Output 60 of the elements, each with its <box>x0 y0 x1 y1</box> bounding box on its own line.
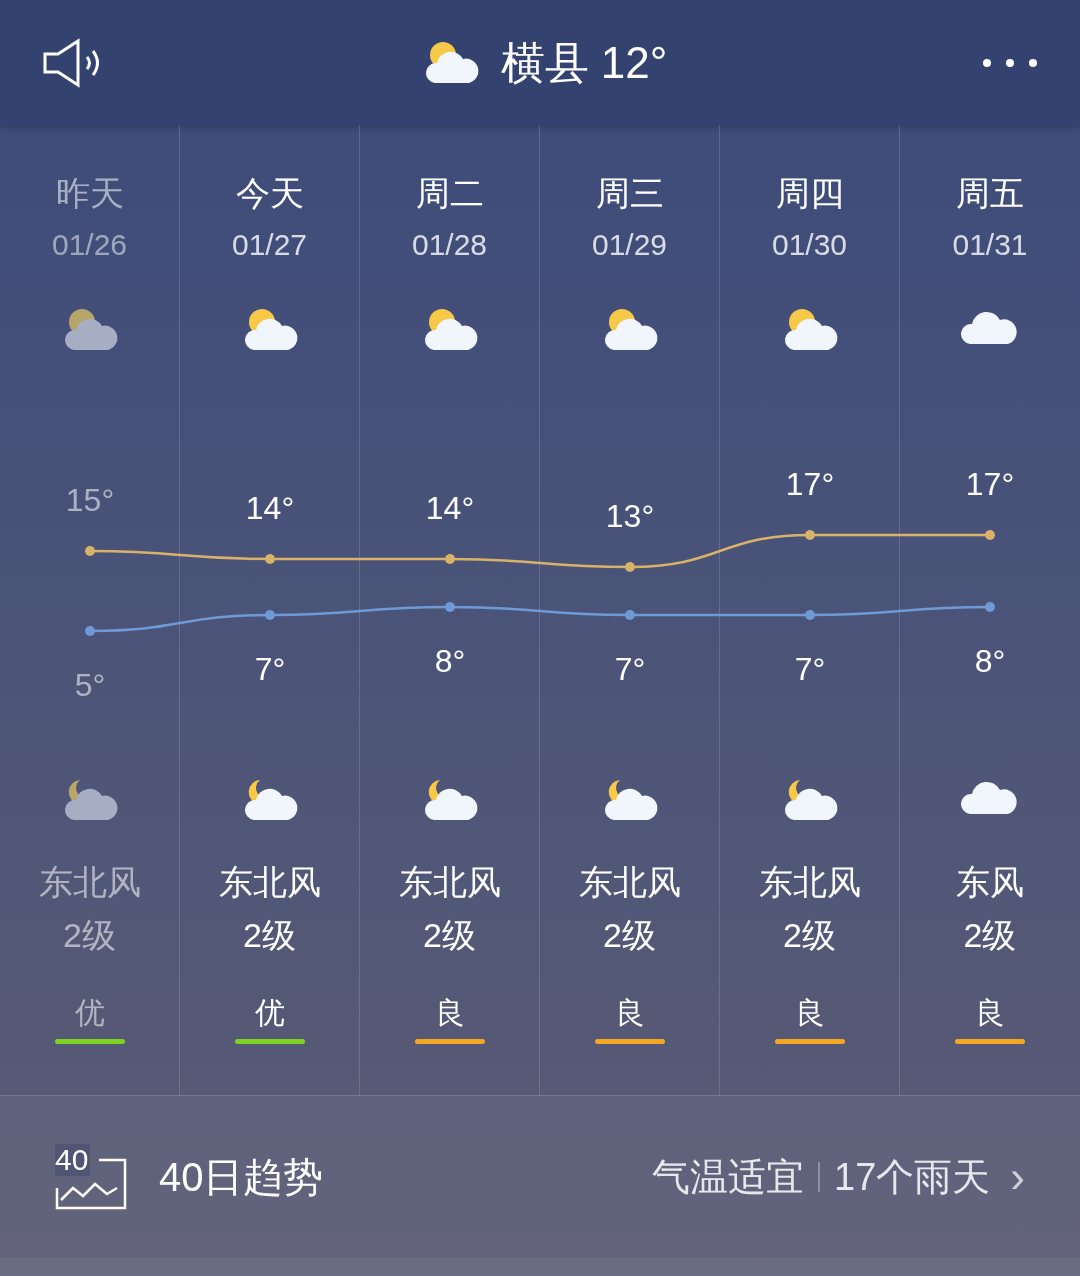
temperature-point <box>805 530 815 540</box>
low-temperature: 5° <box>73 666 107 705</box>
date-label: 01/29 <box>591 227 668 263</box>
low-temperature: 7° <box>793 650 827 689</box>
temperature-point <box>265 610 275 620</box>
day-name: 今天 <box>235 173 304 213</box>
air-quality: 良 <box>614 995 645 1031</box>
high-temperature: 13° <box>604 497 656 536</box>
temperature-point <box>625 610 635 620</box>
wind-level: 2级 <box>243 915 296 955</box>
temperature-point <box>265 554 275 564</box>
wind-level: 2级 <box>603 915 656 955</box>
wind-direction: 东北风 <box>758 862 861 902</box>
high-temperature: 14° <box>424 489 476 528</box>
chevron-icon[interactable]: › <box>1010 1155 1025 1199</box>
air-quality: 良 <box>434 995 465 1031</box>
low-temperature: 8° <box>973 642 1007 681</box>
temperature-point <box>85 626 95 636</box>
high-temperature: 17° <box>964 465 1016 504</box>
date-label: 01/28 <box>411 227 488 263</box>
temperature-point <box>445 554 455 564</box>
wind-direction: 东北风 <box>398 862 501 902</box>
temperature-point <box>805 610 815 620</box>
wind-direction: 东北风 <box>38 862 141 902</box>
rain-days-link[interactable]: 17个雨天 <box>834 1148 991 1206</box>
high-temperature: 14° <box>244 489 296 528</box>
air-quality: 优 <box>74 995 105 1031</box>
temperature-point <box>85 546 95 556</box>
day-name: 周五 <box>956 173 1024 213</box>
date-label: 01/27 <box>231 227 308 263</box>
air-quality: 优 <box>254 995 285 1031</box>
date-label: 01/26 <box>51 227 128 263</box>
day-name: 周二 <box>415 173 484 213</box>
day-name: 周三 <box>595 173 664 213</box>
temperature-summary: 气温适宜 <box>652 1154 805 1200</box>
day-name: 周四 <box>775 173 844 213</box>
wind-direction: 东北风 <box>578 862 681 902</box>
wind-direction: 东北风 <box>218 862 321 902</box>
more-icon[interactable] <box>982 57 1038 68</box>
wind-level: 2级 <box>63 915 116 955</box>
wind-level: 2级 <box>423 915 476 955</box>
wind-level: 2级 <box>783 915 836 955</box>
day-name: 昨天 <box>55 173 124 213</box>
temperature-point <box>985 602 995 612</box>
trend-label[interactable]: 40日趋势 <box>159 1147 324 1207</box>
date-label: 01/30 <box>771 227 848 263</box>
air-quality: 良 <box>975 995 1005 1031</box>
low-temperature: 7° <box>253 650 287 689</box>
temperature-point <box>445 602 455 612</box>
wind-level: 2级 <box>963 915 1017 955</box>
high-temperature: 15° <box>64 481 116 520</box>
date-label: 01/31 <box>952 227 1028 263</box>
air-quality: 良 <box>794 995 825 1031</box>
temperature-point <box>625 562 635 572</box>
low-temperature: 7° <box>613 650 647 689</box>
low-temperature: 8° <box>433 642 467 681</box>
temperature-point <box>985 530 995 540</box>
location-title: 横县 12° <box>500 36 668 89</box>
high-temperature: 17° <box>784 465 836 504</box>
wind-direction: 东风 <box>956 862 1024 902</box>
